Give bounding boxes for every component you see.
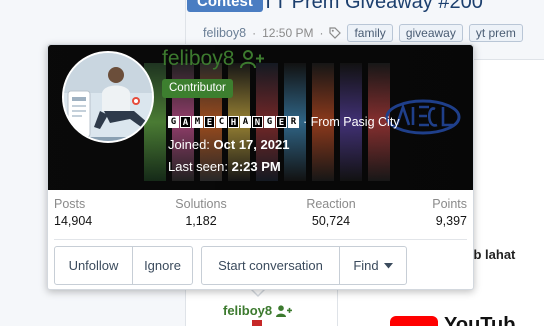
stat-value: 50,724	[311, 214, 351, 228]
signature-letter: H	[228, 116, 239, 128]
avatar-image	[64, 53, 152, 141]
member-last-seen: Last seen: 2:23 PM	[168, 159, 281, 174]
find-button-label: Find	[353, 258, 379, 273]
tag-giveaway[interactable]: giveaway	[398, 24, 463, 42]
signature-letter: R	[288, 116, 299, 128]
tag-icon	[329, 27, 342, 39]
stat-value: 14,904	[54, 214, 93, 228]
thread-prefix-badge[interactable]: Contest	[187, 0, 263, 12]
member-tooltip: feliboy8 Contributor G A M E C H A N G E…	[47, 44, 474, 290]
tag-yt-prem[interactable]: yt prem	[468, 24, 523, 42]
stat-points[interactable]: Points 9,397	[432, 197, 467, 228]
avatar[interactable]	[62, 51, 154, 143]
last-seen-time: 2:23 PM	[231, 159, 281, 174]
stat-label: Solutions	[175, 197, 227, 211]
member-username[interactable]: feliboy8	[162, 47, 265, 71]
member-stats: Posts 14,904 Solutions 1,182 Reaction 50…	[48, 197, 473, 237]
stat-value: 1,182	[185, 214, 217, 228]
thread-author[interactable]: feliboy8	[203, 26, 246, 40]
post-author[interactable]: feliboy8	[223, 303, 293, 318]
tag-family[interactable]: family	[347, 24, 393, 42]
youtube-logo-icon	[390, 316, 438, 326]
stat-solutions[interactable]: Solutions 1,182	[168, 197, 234, 228]
divider	[54, 239, 467, 240]
signature-letter: C	[216, 116, 227, 128]
joined-label: Joined:	[168, 137, 210, 152]
stat-posts[interactable]: Posts 14,904	[54, 197, 92, 228]
profile-banner: feliboy8 Contributor G A M E C H A N G E…	[48, 45, 473, 190]
stat-label: Posts	[54, 197, 86, 211]
unfollow-button[interactable]: Unfollow	[54, 246, 133, 285]
ignore-button[interactable]: Ignore	[132, 246, 193, 285]
signature-letter: A	[240, 116, 251, 128]
thread-meta: feliboy8 · 12:50 PM · family giveaway yt…	[203, 24, 523, 42]
start-conversation-button[interactable]: Start conversation	[201, 246, 340, 285]
member-joined: Joined: Oct 17, 2021	[168, 137, 289, 152]
signature-letter: E	[204, 116, 215, 128]
post-author-name[interactable]: feliboy8	[223, 303, 272, 318]
member-username-text[interactable]: feliboy8	[162, 47, 234, 71]
user-plus-icon[interactable]	[240, 49, 265, 69]
member-location: · From Pasig City	[303, 115, 400, 129]
caret-down-icon	[383, 262, 393, 268]
decorative-mark	[252, 320, 262, 326]
banner-signature: G A M E C H A N G E R · From Pasig City	[168, 115, 400, 129]
signature-letter: G	[264, 116, 275, 128]
signature-letter: M	[192, 116, 203, 128]
youtube-text: YouTub	[444, 314, 516, 326]
stat-reaction[interactable]: Reaction 50,724	[298, 197, 364, 228]
signature-letter: N	[252, 116, 263, 128]
signature-letter: G	[168, 116, 179, 128]
signature-letter: A	[180, 116, 191, 128]
meta-separator: ·	[319, 26, 324, 40]
joined-date: Oct 17, 2021	[213, 137, 290, 152]
thread-title[interactable]: TT Prem Giveaway #200	[262, 0, 483, 14]
member-title-badge: Contributor	[162, 79, 233, 98]
stat-label: Points	[432, 197, 467, 211]
signature-letter: E	[276, 116, 287, 128]
find-button[interactable]: Find	[339, 246, 407, 285]
user-plus-icon	[276, 304, 293, 317]
thread-time[interactable]: 12:50 PM	[262, 26, 313, 40]
stat-value: 9,397	[435, 214, 467, 228]
meta-separator: ·	[252, 26, 257, 40]
last-seen-label: Last seen:	[168, 159, 228, 174]
stat-label: Reaction	[306, 197, 356, 211]
